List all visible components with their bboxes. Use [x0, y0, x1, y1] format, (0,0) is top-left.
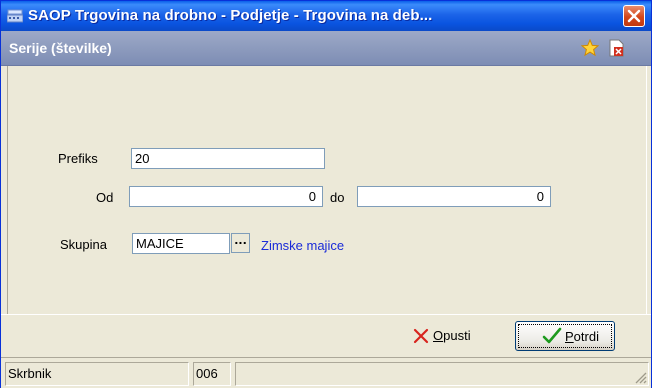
button-bar: Opusti Potrdi [1, 314, 651, 356]
form-area: Prefiks 20 Od 0 do 0 Skupina MAJICE ... … [7, 66, 647, 314]
group-input[interactable]: MAJICE [132, 233, 230, 254]
section-header: Serije (številke) [1, 31, 651, 66]
to-label: do [330, 190, 345, 205]
status-extra [235, 362, 649, 386]
green-check-icon [542, 327, 562, 344]
cancel-label: pusti [443, 328, 471, 343]
status-bar: Skrbnik 006 [1, 357, 651, 388]
to-input[interactable]: 0 [357, 186, 551, 207]
cancel-button[interactable]: Opusti [397, 321, 493, 351]
star-icon[interactable] [581, 39, 599, 57]
cash-register-icon [7, 9, 23, 23]
window-title: SAOP Trgovina na drobno - Podjetje - Trg… [28, 7, 433, 24]
close-icon [627, 9, 641, 23]
status-code: 006 [193, 362, 231, 386]
section-title: Serije (številke) [9, 40, 112, 56]
status-user: Skrbnik [5, 362, 189, 386]
prefix-label: Prefiks [58, 151, 98, 166]
group-lookup-button[interactable]: ... [231, 233, 250, 253]
from-label: Od [96, 190, 114, 205]
red-x-icon [413, 328, 429, 344]
pdf-close-icon[interactable] [609, 39, 625, 57]
window: SAOP Trgovina na drobno - Podjetje - Trg… [0, 0, 652, 388]
confirm-label: otrdi [573, 329, 599, 344]
resize-grip-icon[interactable] [633, 370, 647, 384]
group-label: Skupina [60, 237, 107, 252]
confirm-button[interactable]: Potrdi [515, 321, 615, 351]
group-description-link[interactable]: Zimske majice [261, 238, 344, 253]
cancel-hotkey: O [433, 328, 444, 343]
confirm-hotkey: P [565, 329, 574, 344]
title-bar[interactable]: SAOP Trgovina na drobno - Podjetje - Trg… [1, 1, 651, 31]
from-input[interactable]: 0 [129, 186, 323, 207]
prefix-input[interactable]: 20 [131, 148, 325, 169]
close-button[interactable] [623, 5, 645, 27]
